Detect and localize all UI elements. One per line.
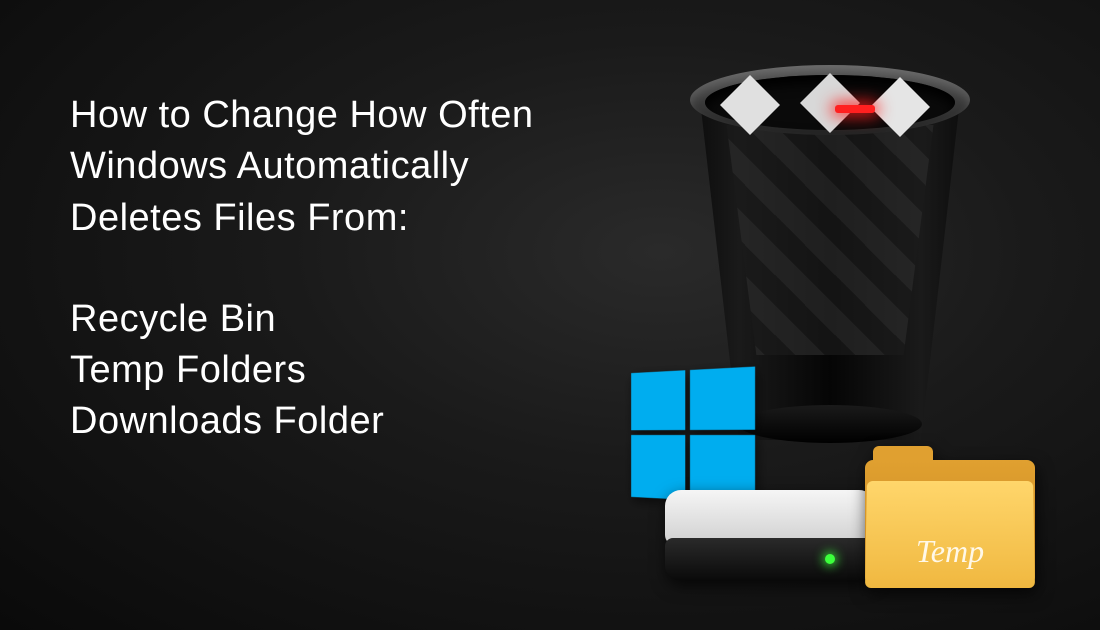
list-item-downloads-folder: Downloads Folder — [70, 396, 534, 447]
list-item-temp-folders: Temp Folders — [70, 345, 534, 396]
graphic-composition: Temp — [620, 55, 1040, 595]
list-item-recycle-bin: Recycle Bin — [70, 294, 534, 345]
heading-line-3: Deletes Files From: — [70, 193, 534, 244]
bin-indicator-light-icon — [835, 105, 875, 113]
heading-line-2: Windows Automatically — [70, 141, 534, 192]
main-text-block: How to Change How Often Windows Automati… — [70, 90, 534, 448]
hard-drive-icon — [665, 490, 875, 585]
folder-label: Temp — [865, 533, 1035, 570]
drive-led-icon — [825, 554, 835, 564]
temp-folder-icon: Temp — [865, 460, 1035, 590]
heading-line-1: How to Change How Often — [70, 90, 534, 141]
windows-logo-icon — [631, 367, 755, 504]
